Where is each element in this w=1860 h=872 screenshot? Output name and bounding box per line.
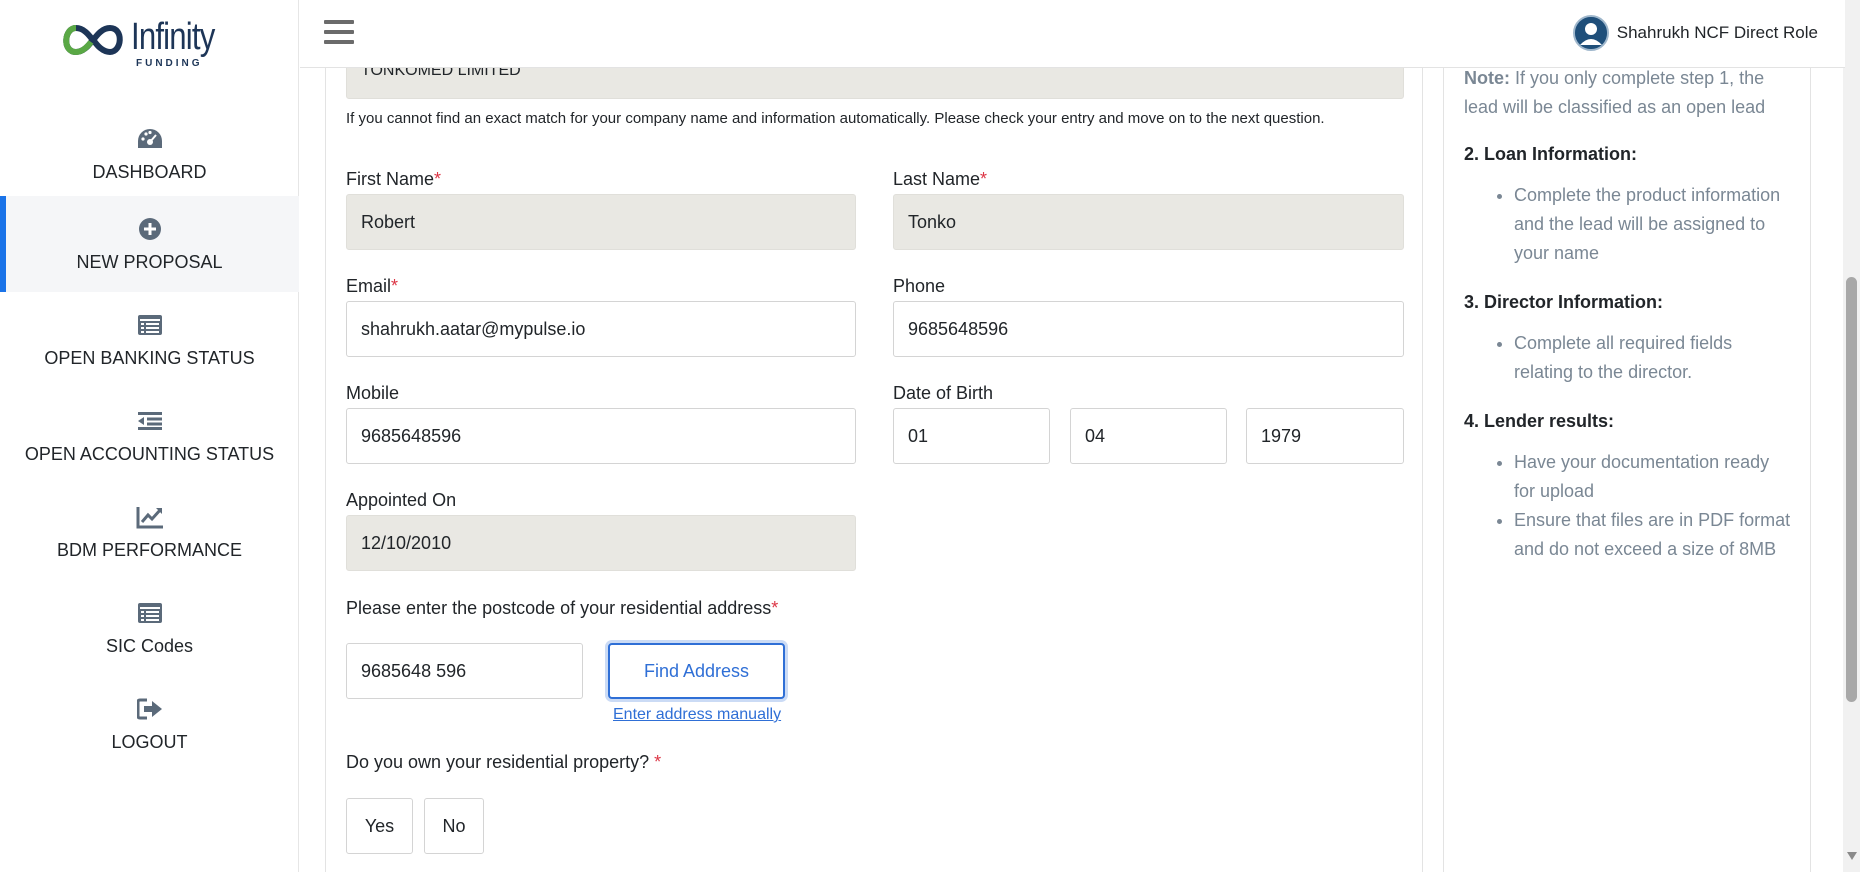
note-text: Note: If you only complete step 1, the l…	[1464, 68, 1766, 117]
last-name-field[interactable]: Tonko	[893, 194, 1404, 250]
list-item: Complete the product information and the…	[1514, 181, 1794, 268]
sidebar-item-label: DASHBOARD	[92, 162, 207, 182]
appointed-on-label: Appointed On	[346, 490, 457, 510]
sidebar-item-logout[interactable]: LOGOUT	[0, 676, 299, 772]
company-match-note: If you cannot find an exact match for yo…	[346, 110, 1325, 127]
sidebar-item-label: OPEN ACCOUNTING STATUS	[24, 444, 275, 464]
dob-month-field[interactable]: 04	[1070, 408, 1227, 464]
sidebar-item-open-banking-status[interactable]: OPEN BANKING STATUS	[0, 292, 299, 388]
list-item: Ensure that files are in PDF format and …	[1514, 506, 1794, 564]
top-header: Shahrukh NCF Direct Role	[300, 0, 1845, 68]
chart-line-icon	[136, 507, 163, 529]
dob-year-field[interactable]: 1979	[1246, 408, 1404, 464]
dashboard-icon	[137, 129, 162, 148]
sidebar-item-label: SIC Codes	[105, 636, 194, 656]
brand-name: Infinity	[131, 16, 215, 58]
plus-circle-icon	[138, 218, 161, 240]
phone-field[interactable]: 9685648596	[893, 301, 1404, 357]
user-menu[interactable]: Shahrukh NCF Direct Role	[1572, 14, 1818, 52]
postcode-label: Please enter the postcode of your reside…	[346, 598, 779, 618]
proposal-form-card: TONKOMED LIMITED If you cannot find an e…	[325, 40, 1423, 872]
first-name-field[interactable]: Robert	[346, 194, 856, 250]
step2-title: 2. Loan Information:	[1464, 144, 1637, 164]
email-field[interactable]: shahrukh.aatar@mypulse.io	[346, 301, 856, 357]
email-label: Email*	[346, 276, 399, 296]
user-avatar-icon	[1574, 17, 1607, 49]
outdent-icon	[137, 412, 162, 430]
postcode-input[interactable]: 9685648 596	[346, 643, 583, 699]
sidebar-item-open-accounting-status[interactable]: OPEN ACCOUNTING STATUS	[0, 388, 299, 484]
dob-label: Date of Birth	[893, 383, 994, 403]
mobile-field[interactable]: 9685648596	[346, 408, 856, 464]
sidebar: Infinity FUNDING DASHBOARD NEW PROPOSAL …	[0, 0, 299, 872]
sidebar-item-bdm-performance[interactable]: BDM PERFORMANCE	[0, 484, 299, 580]
mobile-label: Mobile	[346, 383, 400, 403]
list-item: Have your documentation ready for upload	[1514, 448, 1794, 506]
phone-label: Phone	[893, 276, 946, 296]
sidebar-item-label: OPEN BANKING STATUS	[44, 348, 255, 368]
own-property-yes-button[interactable]: Yes	[346, 798, 413, 854]
page-scrollbar[interactable]	[1843, 0, 1860, 872]
sidebar-item-label: LOGOUT	[111, 732, 188, 752]
sidebar-item-new-proposal[interactable]: NEW PROPOSAL	[0, 196, 299, 292]
find-address-button[interactable]: Find Address	[608, 643, 785, 699]
logo[interactable]: Infinity FUNDING	[58, 14, 248, 70]
user-name: Shahrukh NCF Direct Role	[1616, 23, 1818, 42]
list-icon	[137, 315, 162, 335]
sidebar-item-sic-codes[interactable]: SIC Codes	[0, 580, 299, 676]
dob-day-field[interactable]: 01	[893, 408, 1050, 464]
own-property-no-button[interactable]: No	[424, 798, 484, 854]
own-property-label: Do you own your residential property? *	[346, 752, 662, 772]
list-icon	[137, 603, 162, 623]
logout-icon	[136, 698, 162, 720]
sidebar-item-label: BDM PERFORMANCE	[56, 540, 242, 560]
scrollbar-thumb[interactable]	[1846, 277, 1857, 702]
infinity-logo-icon	[63, 24, 123, 56]
brand-sub: FUNDING	[136, 58, 203, 69]
step3-title: 3. Director Information:	[1464, 292, 1664, 312]
sidebar-item-dashboard[interactable]: DASHBOARD	[0, 106, 299, 202]
list-item: Complete all required fields relating to…	[1514, 329, 1794, 387]
step4-list: Have your documentation ready for upload…	[1494, 448, 1794, 564]
appointed-on-field[interactable]: 12/10/2010	[346, 515, 856, 571]
hamburger-menu-icon[interactable]	[324, 20, 354, 46]
scroll-down-arrow-icon[interactable]	[1847, 852, 1857, 860]
sidebar-item-label: NEW PROPOSAL	[76, 252, 223, 272]
first-name-label: First Name*	[346, 169, 442, 189]
last-name-label: Last Name*	[893, 169, 988, 189]
help-panel: Note: If you only complete step 1, the l…	[1443, 40, 1811, 872]
step4-title: 4. Lender results:	[1464, 411, 1615, 431]
enter-address-manually-link[interactable]: Enter address manually	[613, 706, 781, 724]
avatar	[1572, 15, 1609, 51]
step2-list: Complete the product information and the…	[1494, 181, 1794, 268]
step3-list: Complete all required fields relating to…	[1494, 329, 1794, 387]
